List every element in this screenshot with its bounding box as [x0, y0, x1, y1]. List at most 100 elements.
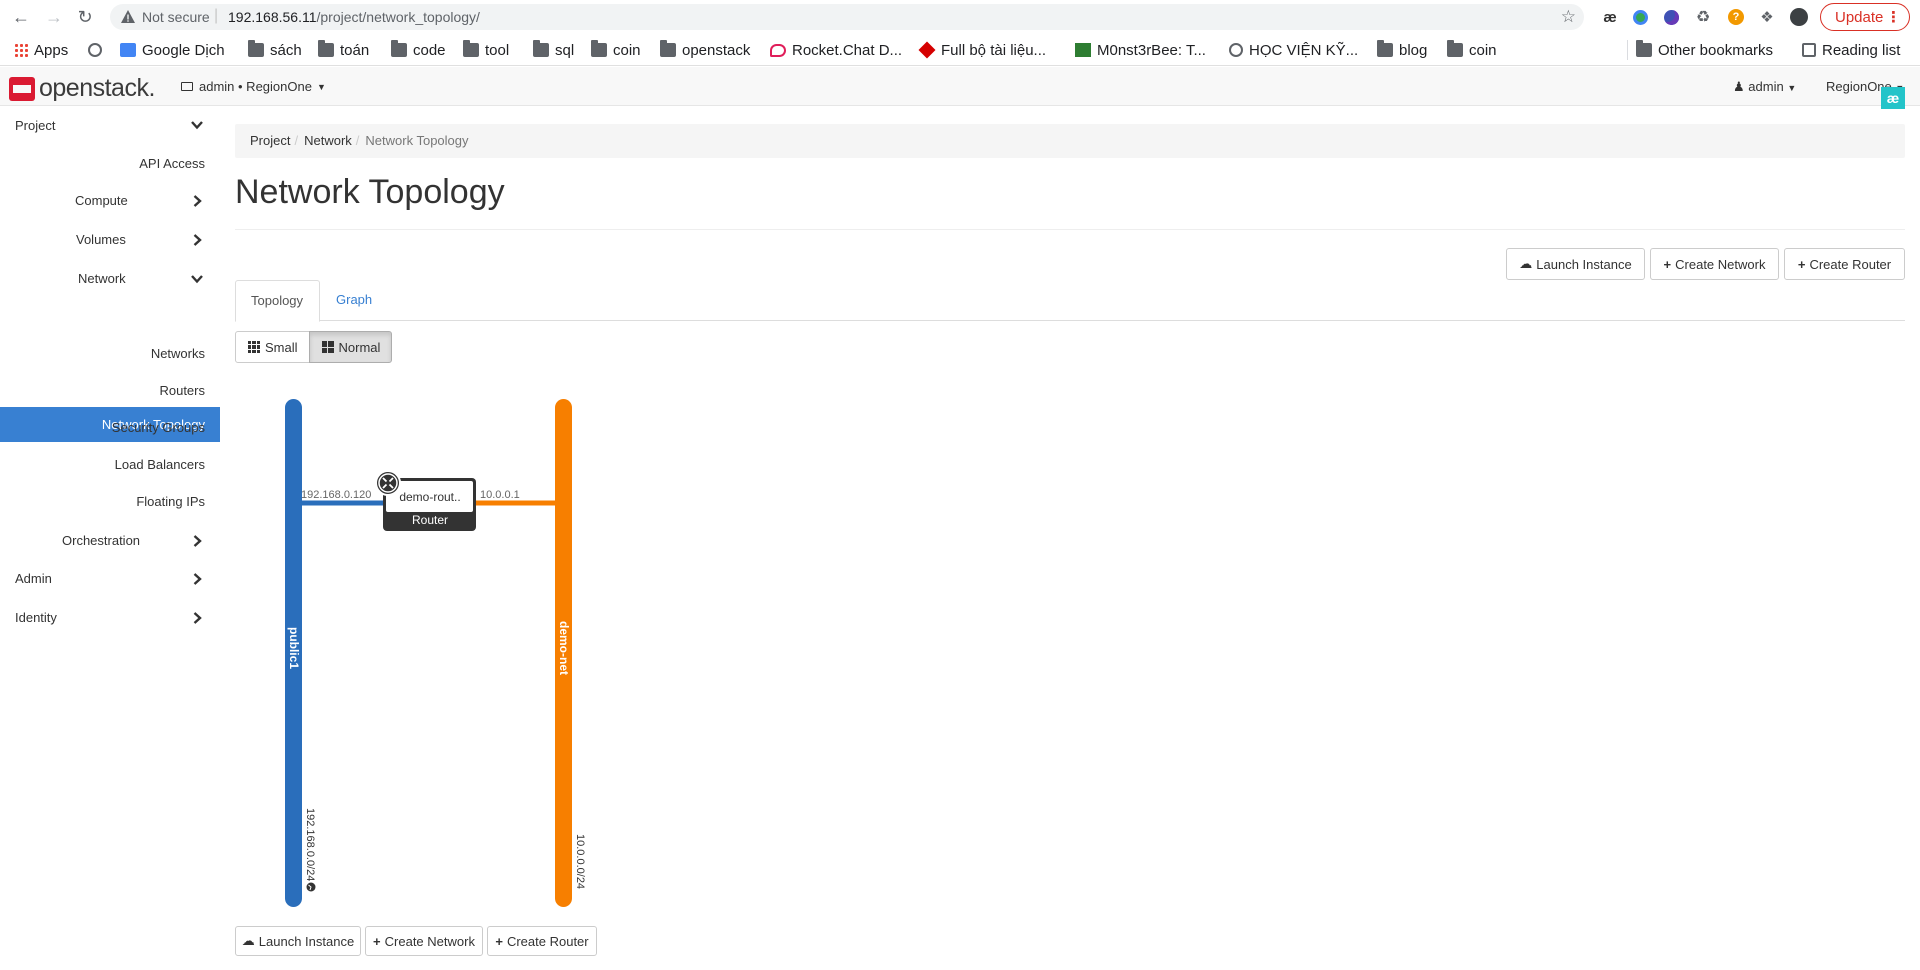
chevron-right-icon	[193, 234, 202, 246]
forward-arrow-icon[interactable]: →	[43, 6, 65, 28]
create-router-button-bottom[interactable]: + Create Router	[487, 926, 597, 956]
sidebar-item-load-balancers[interactable]: Load Balancers	[115, 457, 205, 472]
reload-icon[interactable]: ↻	[74, 6, 96, 28]
url-text[interactable]: 192.168.56.11/project/network_topology/	[228, 9, 480, 25]
profile-avatar-icon[interactable]	[1789, 7, 1809, 27]
folder-icon	[591, 40, 607, 57]
bookmark-m0nst3rbee[interactable]: M0nst3rBee: T...	[1075, 41, 1206, 59]
launch-instance-button[interactable]: ☁ Launch Instance	[1506, 248, 1645, 280]
bookmark-folder-code[interactable]: code	[391, 40, 446, 59]
network-public1[interactable]: public1 192.168.0.0/24	[285, 399, 316, 907]
logo-text: openstack.	[39, 74, 155, 102]
external-globe-icon	[306, 882, 316, 892]
ae-extension-icon[interactable]: æ	[1600, 7, 1620, 27]
cloud-upload-icon: ☁	[1519, 256, 1533, 271]
router-node[interactable]: demo-rout.. Router	[375, 470, 476, 531]
bookmark-star-icon[interactable]: ☆	[1561, 7, 1576, 27]
bookmark-folder-openstack[interactable]: openstack	[660, 40, 750, 59]
sidebar-item-project[interactable]: Project	[15, 118, 55, 133]
chevron-right-icon	[193, 535, 202, 547]
rocketchat-icon	[770, 43, 786, 57]
openstack-header: openstack. admin • RegionOne ▼ ♟ admin ▼…	[0, 67, 1920, 106]
size-toggle: Small Normal	[235, 331, 393, 363]
globe-extension-icon[interactable]	[1630, 7, 1650, 27]
th-large-icon	[321, 341, 334, 353]
network-cidr-label: 192.168.0.0/24	[304, 808, 316, 881]
reading-list-icon	[1802, 43, 1816, 57]
chevron-right-icon	[193, 612, 202, 624]
bookmark-globe[interactable]	[88, 41, 108, 59]
other-bookmarks[interactable]: Other bookmarks	[1636, 40, 1773, 59]
bookmark-folder-toan[interactable]: toán	[318, 40, 369, 59]
bookmark-folder-tool[interactable]: tool	[463, 40, 509, 59]
small-size-button[interactable]: Small	[235, 331, 310, 363]
breadcrumb-current: Network Topology	[365, 133, 469, 148]
sidebar-item-identity[interactable]: Identity	[15, 610, 57, 625]
sidebar-item-compute[interactable]: Compute	[75, 193, 128, 208]
tab-graph[interactable]: Graph	[321, 280, 387, 321]
bookmarks-bar: Apps Google Dịch sách toán code tool sql…	[0, 34, 1920, 66]
puzzle-extensions-icon[interactable]: ❖	[1757, 7, 1777, 27]
th-grid-icon	[248, 341, 260, 353]
network-name-label: public1	[287, 627, 301, 669]
bookmark-hoc-vien[interactable]: HỌC VIỆN KỸ...	[1229, 41, 1358, 59]
create-router-button[interactable]: + Create Router	[1784, 248, 1905, 280]
bookmark-folder-sql[interactable]: sql	[533, 40, 574, 59]
bookmark-folder-coin[interactable]: coin	[591, 40, 641, 59]
router-icon	[375, 470, 401, 496]
bookmark-folder-sach[interactable]: sách	[248, 40, 302, 59]
bookmark-full-bo-tai-lieu[interactable]: Full bộ tài liệu...	[918, 41, 1046, 59]
folder-icon	[1636, 40, 1652, 57]
openstack-logo[interactable]: openstack.	[9, 74, 155, 103]
sidebar-item-routers[interactable]: Routers	[159, 383, 205, 398]
sidebar-item-admin[interactable]: Admin	[15, 571, 52, 586]
cloud-upload-icon: ☁	[241, 933, 255, 948]
breadcrumb-network[interactable]: Network	[304, 133, 352, 148]
green-chart-icon	[1075, 43, 1091, 57]
user-menu[interactable]: ♟ admin ▼	[1733, 79, 1796, 95]
sidebar-item-networks[interactable]: Networks	[151, 346, 205, 361]
bookmark-folder-coin-2[interactable]: coin	[1447, 40, 1497, 59]
update-button[interactable]: Update ⋮	[1820, 3, 1910, 31]
network-name-label: demo-net	[557, 621, 571, 675]
bookmark-google-translate[interactable]: Google Dịch	[120, 41, 225, 59]
orange-extension-icon[interactable]: ?	[1726, 7, 1746, 27]
more-dots-icon: ⋮	[1886, 9, 1901, 26]
chevron-down-icon	[191, 275, 203, 284]
address-bar[interactable]: Not secure | 192.168.56.11/project/netwo…	[110, 4, 1584, 30]
sidebar-item-orchestration[interactable]: Orchestration	[62, 533, 140, 548]
sidebar-item-floating-ips[interactable]: Floating IPs	[136, 494, 205, 509]
folder-icon	[1377, 40, 1393, 57]
reading-list[interactable]: Reading list	[1802, 41, 1900, 59]
sidebar-item-api-access[interactable]: API Access	[139, 156, 205, 171]
router-name-label: demo-rout..	[399, 490, 460, 504]
plus-icon: +	[1797, 256, 1806, 272]
sidebar-item-network[interactable]: Network	[78, 271, 126, 286]
back-arrow-icon[interactable]: ←	[10, 6, 32, 28]
ae-overlay-icon[interactable]: æ	[1881, 87, 1905, 109]
bookmark-apps[interactable]: Apps	[14, 41, 68, 59]
recycle-extension-icon[interactable]: ♻	[1693, 7, 1713, 27]
page-title: Network Topology	[235, 173, 505, 211]
breadcrumb-project[interactable]: Project	[250, 133, 290, 148]
sidebar: Project API Access Compute Volumes Netwo…	[0, 107, 220, 970]
folder-icon	[391, 40, 407, 57]
normal-size-button[interactable]: Normal	[308, 331, 393, 363]
project-selector[interactable]: admin • RegionOne ▼	[181, 79, 326, 94]
create-network-button[interactable]: + Create Network	[1650, 248, 1779, 280]
globe-icon	[88, 43, 102, 57]
network-demo-net[interactable]: demo-net 10.0.0.0/24	[555, 399, 586, 907]
bookmark-rocketchat[interactable]: Rocket.Chat D...	[770, 41, 902, 59]
port-ip-label: 192.168.0.120	[301, 489, 371, 501]
tab-topology[interactable]: Topology	[235, 280, 320, 322]
bookmarks-divider	[1627, 40, 1628, 60]
project-icon	[181, 82, 193, 91]
blue-circle-extension-icon[interactable]	[1661, 7, 1681, 27]
create-network-button-bottom[interactable]: + Create Network	[365, 926, 483, 956]
bookmark-folder-blog[interactable]: blog	[1377, 40, 1427, 59]
sidebar-item-security-groups[interactable]: Security Groups	[112, 420, 205, 435]
sidebar-item-volumes[interactable]: Volumes	[76, 232, 126, 247]
folder-icon	[1447, 40, 1463, 57]
launch-instance-button-bottom[interactable]: ☁ Launch Instance	[235, 926, 361, 956]
apps-grid-icon	[14, 43, 28, 57]
